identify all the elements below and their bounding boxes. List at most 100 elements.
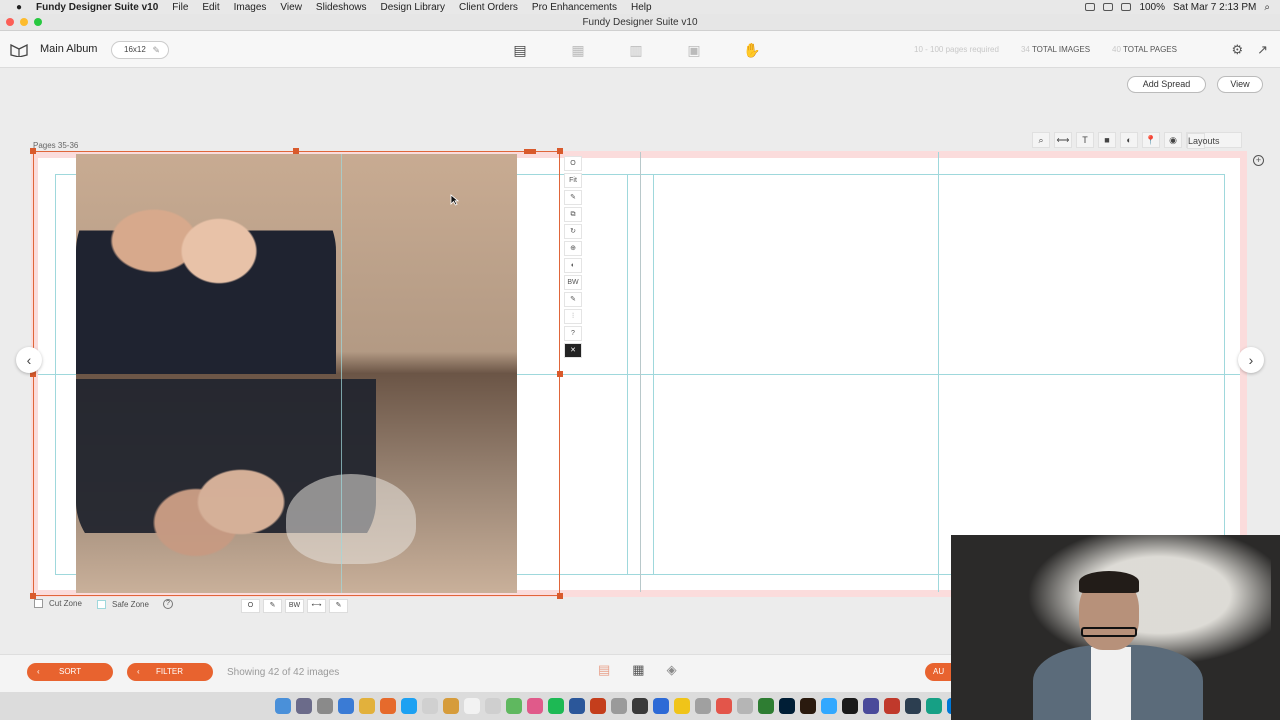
photoshop-dock-icon[interactable] [779, 698, 795, 714]
files-dock-icon[interactable] [485, 698, 501, 714]
layers-view-icon[interactable]: ◈ [667, 662, 677, 678]
bridge-dock-icon[interactable] [800, 698, 816, 714]
app9-dock-icon[interactable] [863, 698, 879, 714]
launchpad-dock-icon[interactable] [296, 698, 312, 714]
clock[interactable]: Sat Mar 7 2:13 PM [1173, 2, 1256, 13]
resize-handle-tl[interactable] [30, 148, 36, 154]
mini-tool-bw[interactable]: BW [285, 599, 304, 613]
add-icon[interactable]: + [1253, 155, 1264, 166]
image-tool-retouch[interactable]: ✎ [564, 292, 582, 307]
messages-dock-icon[interactable] [506, 698, 522, 714]
crop-handle-top[interactable] [524, 149, 536, 154]
album-icon[interactable] [10, 41, 28, 57]
text-icon[interactable]: T [1076, 132, 1094, 148]
calendar-dock-icon[interactable] [464, 698, 480, 714]
zoom-icon[interactable]: ⌕ [1032, 132, 1050, 148]
safe-zone-toggle[interactable]: Safe Zone ? [97, 599, 173, 609]
image-frame-selection[interactable] [33, 151, 560, 596]
app10-dock-icon[interactable] [905, 698, 921, 714]
display-icon[interactable] [1103, 3, 1114, 11]
grid-view-icon[interactable]: ▦ [632, 662, 644, 678]
menu-edit[interactable]: Edit [202, 2, 219, 13]
chrome-dock-icon[interactable] [359, 698, 375, 714]
mini-tool-zero[interactable]: O [241, 599, 260, 613]
hand-tool-icon[interactable]: ✋ [742, 40, 762, 60]
stack-view-icon[interactable]: ▤ [598, 662, 610, 678]
resize-handle-br[interactable] [557, 593, 563, 599]
menu-view[interactable]: View [280, 2, 302, 13]
album-name[interactable]: Main Album [40, 43, 97, 55]
screen-record-icon[interactable] [1085, 3, 1096, 11]
minimize-window-button[interactable] [20, 18, 28, 26]
rocket-dock-icon[interactable] [317, 698, 333, 714]
layouts-button[interactable]: Layouts [1186, 132, 1242, 149]
settings-icon[interactable]: ⚙ [1231, 42, 1243, 58]
mini-tool-pen[interactable]: ✎ [329, 599, 348, 613]
app6-dock-icon[interactable] [737, 698, 753, 714]
app11-dock-icon[interactable] [926, 698, 942, 714]
image-tool-help[interactable]: ? [564, 326, 582, 341]
app8-dock-icon[interactable] [842, 698, 858, 714]
box-icon[interactable]: ■ [1098, 132, 1116, 148]
image-tool-zero[interactable]: O [564, 156, 582, 171]
image-tool-adjust[interactable]: ⫶ [564, 309, 582, 324]
firefox-dock-icon[interactable] [380, 698, 396, 714]
notes-dock-icon[interactable] [443, 698, 459, 714]
mini-tool-line[interactable]: ⟷ [307, 599, 326, 613]
resize-handle-mr[interactable] [557, 371, 563, 377]
next-spread-arrow[interactable]: › [1238, 347, 1264, 373]
resize-handle-tr[interactable] [557, 148, 563, 154]
app7-dock-icon[interactable] [758, 698, 774, 714]
view-button[interactable]: View [1217, 76, 1263, 93]
mini-tool-edit[interactable]: ✎ [263, 599, 282, 613]
help-icon[interactable]: ? [162, 599, 173, 609]
lightroom-dock-icon[interactable] [821, 698, 837, 714]
spotify-dock-icon[interactable] [548, 698, 564, 714]
image-tool-bw[interactable]: BW [564, 275, 582, 290]
wall-art-workspace-icon[interactable]: ▦ [568, 40, 588, 60]
powerpoint-dock-icon[interactable] [590, 698, 606, 714]
search-icon[interactable]: ⌕ [1264, 2, 1270, 13]
menu-slideshows[interactable]: Slideshows [316, 2, 367, 13]
resize-handle-tc[interactable] [293, 148, 299, 154]
eye-icon[interactable]: ◉ [1164, 132, 1182, 148]
menu-images[interactable]: Images [234, 2, 267, 13]
menu-design-library[interactable]: Design Library [381, 2, 445, 13]
layout-workspace-icon[interactable]: ▣ [684, 40, 704, 60]
line-icon[interactable]: ⟷ [1054, 132, 1072, 148]
close-window-button[interactable] [6, 18, 14, 26]
doc-dock-icon[interactable] [422, 698, 438, 714]
image-tool-color[interactable]: ◐ [564, 258, 582, 273]
album-size-pill[interactable]: 16x12 ✎ [111, 41, 169, 59]
menu-file[interactable]: File [172, 2, 188, 13]
menu-app-name[interactable]: Fundy Designer Suite v10 [36, 2, 158, 13]
app-dock-icon[interactable] [632, 698, 648, 714]
cut-zone-checkbox[interactable] [34, 599, 43, 608]
image-tool-fit[interactable]: Fit [564, 173, 582, 188]
twitter-dock-icon[interactable] [401, 698, 417, 714]
app3-dock-icon[interactable] [674, 698, 690, 714]
battery-percent[interactable]: 100% [1139, 2, 1165, 13]
menu-help[interactable]: Help [631, 2, 652, 13]
apple-menu-icon[interactable]: ● [12, 2, 26, 13]
sort-button[interactable]: ‹ SORT [27, 663, 113, 681]
pin-icon[interactable]: 📍 [1142, 132, 1160, 148]
app4-dock-icon[interactable] [695, 698, 711, 714]
filter-button[interactable]: ‹ FILTER [127, 663, 213, 681]
image-tool-close[interactable]: ✕ [564, 343, 582, 358]
image-tool-edit[interactable]: ✎ [564, 190, 582, 205]
image-tool-rotate[interactable]: ↻ [564, 224, 582, 239]
word-dock-icon[interactable] [569, 698, 585, 714]
album-workspace-icon[interactable]: ▤ [510, 40, 530, 60]
app2-dock-icon[interactable] [653, 698, 669, 714]
previous-spread-arrow[interactable]: ‹ [16, 347, 42, 373]
safe-zone-checkbox[interactable] [97, 599, 106, 609]
contrast-icon[interactable]: ◐ [1120, 132, 1138, 148]
finder-dock-icon[interactable] [275, 698, 291, 714]
photos-dock-icon[interactable] [527, 698, 543, 714]
safari-dock-icon[interactable] [338, 698, 354, 714]
share-icon[interactable]: ↗ [1257, 42, 1268, 58]
wifi-icon[interactable] [1121, 3, 1132, 11]
acrobat-dock-icon[interactable] [884, 698, 900, 714]
preview-dock-icon[interactable] [611, 698, 627, 714]
